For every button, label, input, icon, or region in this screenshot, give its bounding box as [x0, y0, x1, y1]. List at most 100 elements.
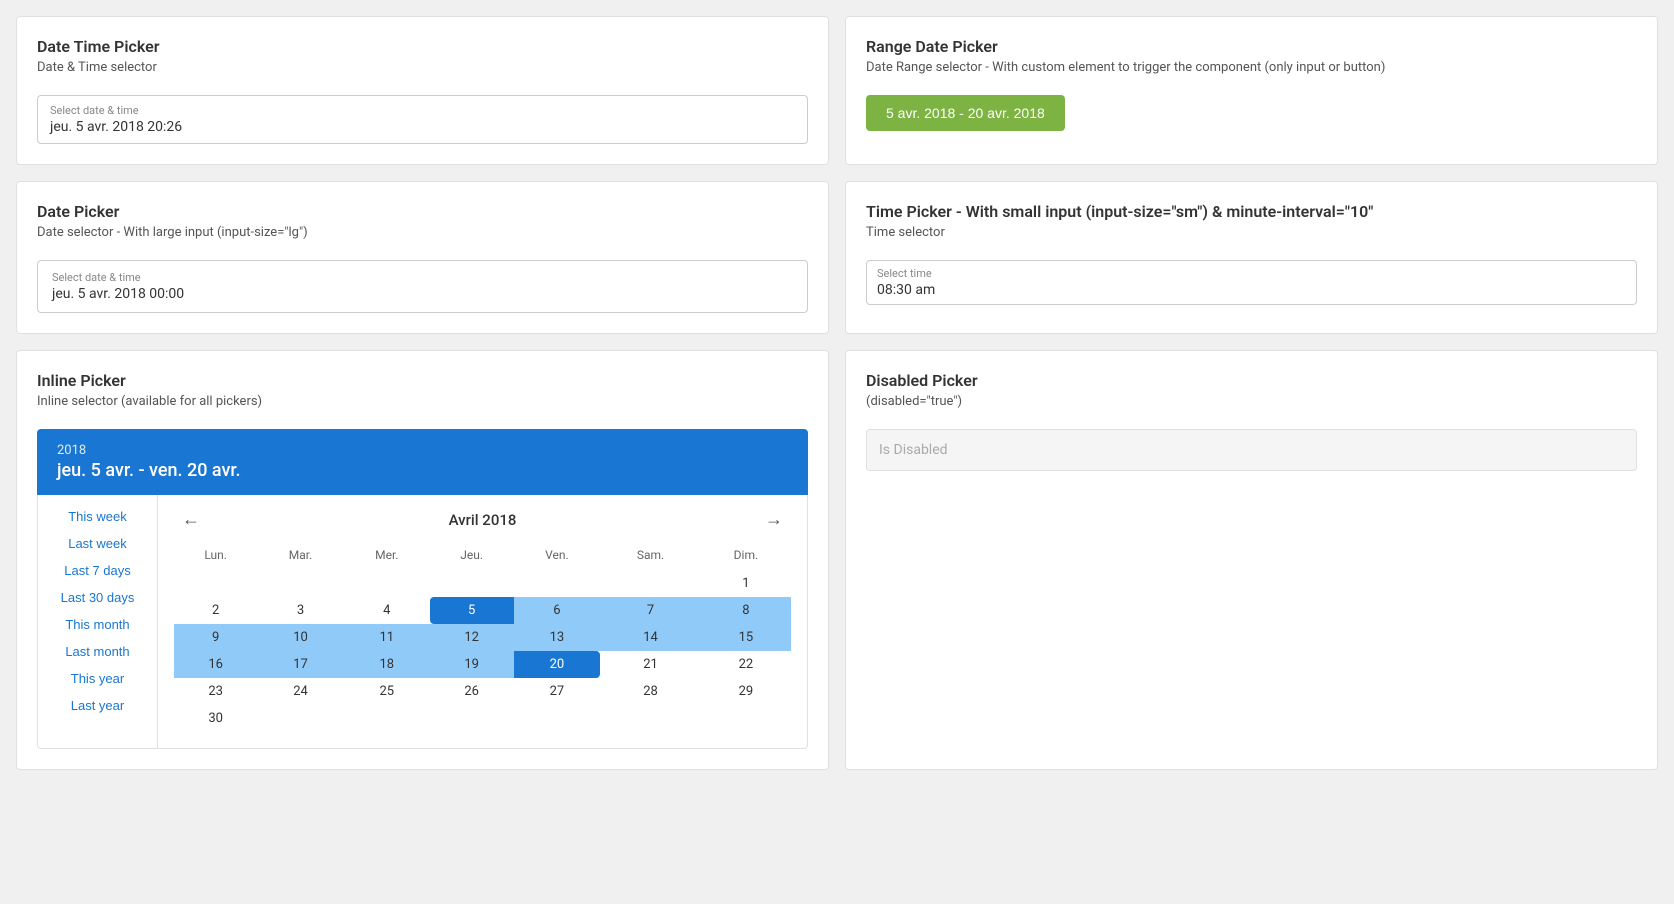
- disabled-picker-subtitle: (disabled="true"): [866, 394, 1637, 409]
- in-range-cell[interactable]: 14: [600, 624, 701, 651]
- range-date-picker-button[interactable]: 5 avr. 2018 - 20 avr. 2018: [866, 95, 1065, 131]
- time-picker-title: Time Picker - With small input (input-si…: [866, 202, 1637, 221]
- range-date-picker-title: Range Date Picker: [866, 37, 1637, 56]
- weekday-header: Lun.: [174, 544, 257, 570]
- selected-end-cell[interactable]: 20: [514, 651, 601, 678]
- weekday-header: Ven.: [514, 544, 601, 570]
- in-range-cell[interactable]: 13: [514, 624, 601, 651]
- in-range-cell[interactable]: 6: [514, 597, 601, 624]
- prev-month-button[interactable]: ←: [174, 505, 208, 534]
- shortcut-button[interactable]: Last 30 days: [38, 584, 157, 611]
- day-cell[interactable]: 26: [430, 678, 514, 705]
- calendar-grid: Lun.Mar.Mer.Jeu.Ven.Sam.Dim. 12345678910…: [174, 544, 791, 732]
- in-range-cell[interactable]: 17: [257, 651, 344, 678]
- selected-start-cell[interactable]: 5: [430, 597, 514, 624]
- next-month-button[interactable]: →: [757, 505, 791, 534]
- in-range-cell[interactable]: 7: [600, 597, 701, 624]
- month-title: Avril 2018: [449, 511, 517, 529]
- weekday-header: Mer.: [344, 544, 430, 570]
- in-range-cell[interactable]: 15: [701, 624, 791, 651]
- picker-body: This weekLast weekLast 7 daysLast 30 day…: [37, 495, 808, 749]
- day-cell[interactable]: 4: [344, 597, 430, 624]
- day-cell[interactable]: 27: [514, 678, 601, 705]
- date-time-field-value: jeu. 5 avr. 2018 20:26: [50, 119, 182, 135]
- shortcut-button[interactable]: Last month: [38, 638, 157, 665]
- inline-picker-card: Inline Picker Inline selector (available…: [16, 350, 829, 770]
- picker-header: 2018 jeu. 5 avr. - ven. 20 avr.: [37, 429, 808, 495]
- date-picker-field-label: Select date & time: [52, 271, 793, 284]
- inline-picker-widget: 2018 jeu. 5 avr. - ven. 20 avr. This wee…: [37, 429, 808, 749]
- date-time-input[interactable]: Select date & time jeu. 5 avr. 2018 20:2…: [37, 95, 808, 144]
- calendar-body: 1234567891011121314151617181920212223242…: [174, 570, 791, 732]
- inline-picker-title: Inline Picker: [37, 371, 808, 390]
- day-cell[interactable]: 30: [174, 705, 257, 732]
- weekday-header: Jeu.: [430, 544, 514, 570]
- shortcuts-panel: This weekLast weekLast 7 daysLast 30 day…: [38, 495, 158, 748]
- table-row: 9101112131415: [174, 624, 791, 651]
- empty-cell[interactable]: [600, 705, 701, 732]
- day-cell[interactable]: 23: [174, 678, 257, 705]
- weekday-header: Dim.: [701, 544, 791, 570]
- calendar-nav: ← Avril 2018 →: [174, 505, 791, 534]
- day-cell[interactable]: 24: [257, 678, 344, 705]
- empty-cell[interactable]: [701, 705, 791, 732]
- empty-cell[interactable]: [344, 705, 430, 732]
- date-time-picker-subtitle: Date & Time selector: [37, 60, 808, 75]
- shortcut-button[interactable]: Last 7 days: [38, 557, 157, 584]
- in-range-cell[interactable]: 16: [174, 651, 257, 678]
- in-range-cell[interactable]: 9: [174, 624, 257, 651]
- date-picker-input[interactable]: Select date & time jeu. 5 avr. 2018 00:0…: [37, 260, 808, 313]
- shortcut-button[interactable]: This week: [38, 503, 157, 530]
- day-cell[interactable]: 1: [701, 570, 791, 597]
- time-picker-card: Time Picker - With small input (input-si…: [845, 181, 1658, 334]
- day-cell[interactable]: 3: [257, 597, 344, 624]
- in-range-cell[interactable]: 18: [344, 651, 430, 678]
- empty-cell[interactable]: [174, 570, 257, 597]
- in-range-cell[interactable]: 11: [344, 624, 430, 651]
- range-date-picker-card: Range Date Picker Date Range selector - …: [845, 16, 1658, 165]
- calendar-header: Lun.Mar.Mer.Jeu.Ven.Sam.Dim.: [174, 544, 791, 570]
- table-row: 1: [174, 570, 791, 597]
- day-cell[interactable]: 25: [344, 678, 430, 705]
- empty-cell[interactable]: [430, 570, 514, 597]
- day-cell[interactable]: 22: [701, 651, 791, 678]
- date-time-field-label: Select date & time: [50, 104, 795, 117]
- disabled-picker-card: Disabled Picker (disabled="true") Is Dis…: [845, 350, 1658, 770]
- day-cell[interactable]: 29: [701, 678, 791, 705]
- weekday-row: Lun.Mar.Mer.Jeu.Ven.Sam.Dim.: [174, 544, 791, 570]
- date-picker-field-value: jeu. 5 avr. 2018 00:00: [52, 286, 184, 302]
- date-time-picker-card: Date Time Picker Date & Time selector Se…: [16, 16, 829, 165]
- shortcut-button[interactable]: This year: [38, 665, 157, 692]
- table-row: 23242526272829: [174, 678, 791, 705]
- disabled-picker-title: Disabled Picker: [866, 371, 1637, 390]
- date-time-picker-title: Date Time Picker: [37, 37, 808, 56]
- day-cell[interactable]: 28: [600, 678, 701, 705]
- time-picker-input[interactable]: Select time 08:30 am: [866, 260, 1637, 305]
- time-picker-field-value: 08:30 am: [877, 282, 935, 298]
- picker-year: 2018: [57, 443, 788, 458]
- weekday-header: Sam.: [600, 544, 701, 570]
- in-range-cell[interactable]: 10: [257, 624, 344, 651]
- inline-picker-subtitle: Inline selector (available for all picke…: [37, 394, 808, 409]
- date-picker-title: Date Picker: [37, 202, 808, 221]
- empty-cell[interactable]: [257, 705, 344, 732]
- shortcut-button[interactable]: This month: [38, 611, 157, 638]
- in-range-cell[interactable]: 12: [430, 624, 514, 651]
- in-range-cell[interactable]: 19: [430, 651, 514, 678]
- in-range-cell[interactable]: 8: [701, 597, 791, 624]
- day-cell[interactable]: 21: [600, 651, 701, 678]
- day-cell[interactable]: 2: [174, 597, 257, 624]
- empty-cell[interactable]: [514, 570, 601, 597]
- disabled-picker-input: Is Disabled: [866, 429, 1637, 471]
- shortcut-button[interactable]: Last year: [38, 692, 157, 719]
- weekday-header: Mar.: [257, 544, 344, 570]
- empty-cell[interactable]: [514, 705, 601, 732]
- shortcut-button[interactable]: Last week: [38, 530, 157, 557]
- empty-cell[interactable]: [257, 570, 344, 597]
- table-row: 2345678: [174, 597, 791, 624]
- date-picker-subtitle: Date selector - With large input (input-…: [37, 225, 808, 240]
- table-row: 30: [174, 705, 791, 732]
- empty-cell[interactable]: [430, 705, 514, 732]
- empty-cell[interactable]: [344, 570, 430, 597]
- empty-cell[interactable]: [600, 570, 701, 597]
